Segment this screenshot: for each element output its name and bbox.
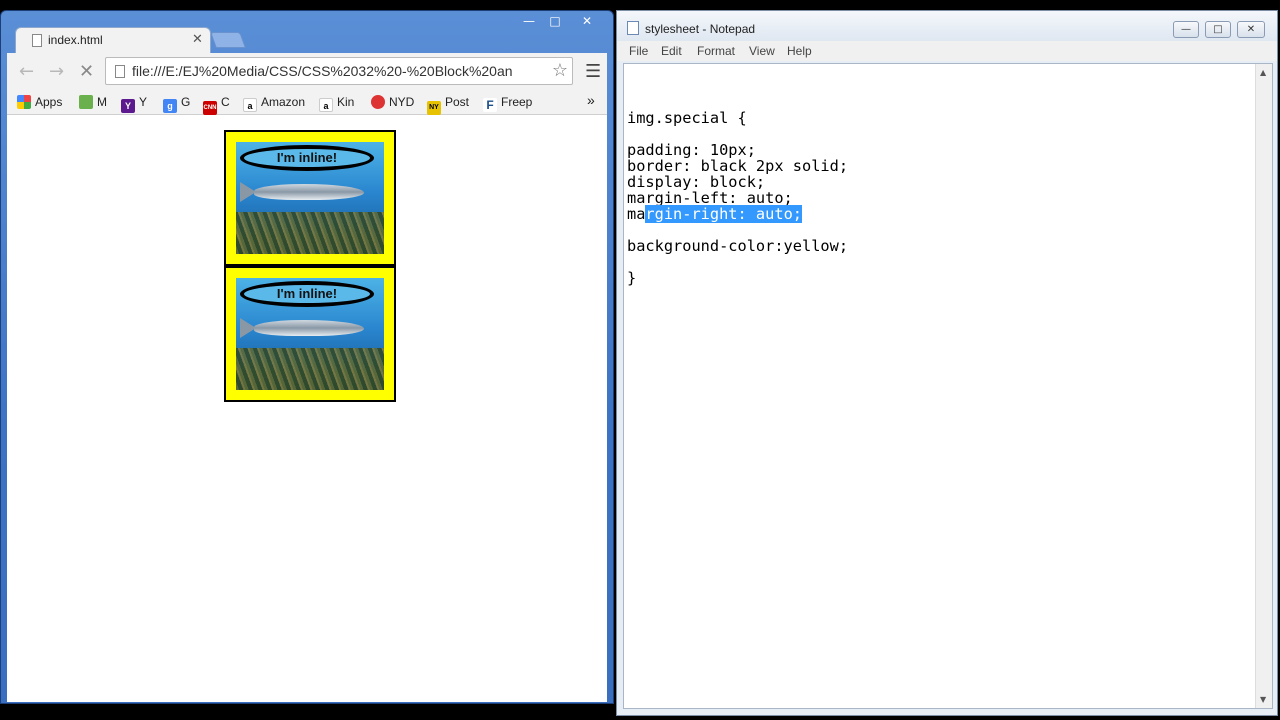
page-icon xyxy=(115,65,125,78)
amazon-icon: a xyxy=(319,98,333,112)
post-icon: NY xyxy=(427,101,441,115)
browser-window: — □ ✕ index.html ✕ ← → ✕ file:///E:/EJ%2… xyxy=(0,10,614,704)
bookmark-label: Amazon xyxy=(261,95,306,109)
bookmarks-bar: Apps M YY gG CNN C a Amazon a Kin NYD NY Pos… xyxy=(7,91,607,115)
notepad-window: stylesheet - Notepad — □ ✕ File Edit For… xyxy=(616,10,1278,716)
code-line: img.special { xyxy=(627,109,747,127)
m-icon xyxy=(79,95,93,109)
speech-bubble: I'm inline! xyxy=(240,281,374,307)
bookmark-label: C xyxy=(221,95,230,109)
text-selection: rgin-right: auto; xyxy=(645,205,802,223)
nyd-icon xyxy=(371,95,385,109)
scroll-down-icon[interactable]: ▼ xyxy=(1260,695,1266,704)
page-icon xyxy=(32,34,42,47)
bookmark-nyd[interactable]: NYD xyxy=(371,95,414,109)
barracuda xyxy=(254,320,364,336)
new-tab-button[interactable] xyxy=(210,32,246,48)
menu-bar: File Edit Format View Help xyxy=(617,41,1277,61)
bookmark-label: Kin xyxy=(337,95,355,109)
editor-content[interactable]: img.special { padding: 10px; border: bla… xyxy=(627,94,848,286)
bookmarks-overflow-chevron[interactable]: » xyxy=(587,92,595,108)
menu-file[interactable]: File xyxy=(629,44,648,58)
browser-toolbar: ← → ✕ file:///E:/EJ%20Media/CSS/CSS%2032… xyxy=(7,53,607,91)
bookmark-label: Post xyxy=(445,95,470,109)
cnn-icon: CNN xyxy=(203,101,217,115)
coral-decoration xyxy=(236,348,384,390)
bookmark-star-icon[interactable]: ☆ xyxy=(552,60,568,81)
vertical-scrollbar[interactable]: ▲ ▼ xyxy=(1255,64,1272,708)
tab-close-icon[interactable]: ✕ xyxy=(192,32,203,47)
minimize-button[interactable]: — xyxy=(519,13,539,29)
freep-icon: F xyxy=(483,98,497,112)
google-icon: g xyxy=(163,99,177,113)
maximize-button[interactable]: □ xyxy=(1205,21,1231,38)
tab-title: index.html xyxy=(48,33,103,47)
bookmark-label: M xyxy=(97,95,107,109)
special-image: I'm inline! xyxy=(224,130,396,266)
scroll-up-icon[interactable]: ▲ xyxy=(1260,68,1266,77)
menu-format[interactable]: Format xyxy=(697,44,735,58)
fish-image: I'm inline! xyxy=(236,278,384,390)
code-line-prefix: ma xyxy=(627,205,646,223)
menu-view[interactable]: View xyxy=(749,44,775,58)
bookmark-m[interactable]: M xyxy=(79,95,107,109)
window-title: stylesheet - Notepad xyxy=(645,22,756,36)
back-arrow-icon[interactable]: ← xyxy=(19,61,34,82)
close-window-button[interactable]: ✕ xyxy=(1237,21,1265,38)
maximize-button[interactable]: □ xyxy=(545,13,565,29)
bookmark-label: Y xyxy=(139,95,148,109)
stop-icon[interactable]: ✕ xyxy=(79,61,94,82)
bookmark-post[interactable]: NY Post xyxy=(427,95,469,115)
url-text: file:///E:/EJ%20Media/CSS/CSS%2032%20-%2… xyxy=(132,63,513,79)
yahoo-icon: Y xyxy=(121,99,135,113)
bookmark-g[interactable]: gG xyxy=(163,95,190,113)
minimize-button[interactable]: — xyxy=(1173,21,1199,38)
close-window-button[interactable]: ✕ xyxy=(573,13,601,29)
bookmark-label: Freep xyxy=(501,95,533,109)
barracuda xyxy=(254,184,364,200)
notepad-titlebar: stylesheet - Notepad — □ ✕ xyxy=(617,11,1277,41)
bookmark-kin[interactable]: a Kin xyxy=(319,95,354,112)
apps-grid-icon xyxy=(17,95,31,109)
page-content: I'm inline! I'm inline! xyxy=(7,115,607,702)
bookmark-y[interactable]: YY xyxy=(121,95,147,113)
special-image: I'm inline! xyxy=(224,266,396,402)
address-bar[interactable]: file:///E:/EJ%20Media/CSS/CSS%2032%20-%2… xyxy=(105,57,573,85)
bookmark-c[interactable]: CNN C xyxy=(203,95,230,115)
code-line: background-color:yellow; xyxy=(627,237,849,255)
menu-edit[interactable]: Edit xyxy=(661,44,682,58)
forward-arrow-icon[interactable]: → xyxy=(49,61,64,82)
bookmark-label: NYD xyxy=(389,95,415,109)
code-line: } xyxy=(627,269,637,287)
bookmark-freep[interactable]: F Freep xyxy=(483,95,532,112)
menu-help[interactable]: Help xyxy=(787,44,812,58)
browser-tab[interactable]: index.html ✕ xyxy=(15,27,211,53)
text-editor[interactable]: img.special { padding: 10px; border: bla… xyxy=(623,63,1273,709)
coral-decoration xyxy=(236,212,384,254)
notepad-icon xyxy=(627,21,639,35)
bookmark-label: G xyxy=(181,95,191,109)
fish-image: I'm inline! xyxy=(236,142,384,254)
bookmark-amazon[interactable]: a Amazon xyxy=(243,95,305,112)
speech-bubble: I'm inline! xyxy=(240,145,374,171)
menu-icon[interactable]: ☰ xyxy=(585,61,601,82)
amazon-icon: a xyxy=(243,98,257,112)
bookmark-apps[interactable]: Apps xyxy=(17,95,62,109)
bookmark-label: Apps xyxy=(35,95,63,109)
